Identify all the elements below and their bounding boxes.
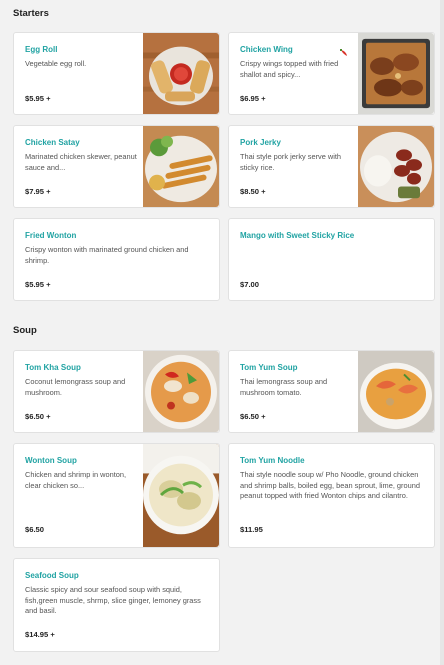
tom-kha-photo <box>143 351 219 432</box>
item-price: $11.95 <box>240 525 263 534</box>
menu-item-tom-kha-soup[interactable]: Tom Kha Soup Coconut lemongrass soup and… <box>13 350 220 433</box>
item-name: Egg Roll <box>25 45 58 54</box>
item-description: Classic spicy and sour seafood soup with… <box>25 585 201 616</box>
item-description: Thai lemongrass soup and mushroom tomato… <box>240 377 328 397</box>
chicken-wing-photo <box>358 33 434 114</box>
item-price: $6.50 <box>25 525 45 534</box>
menu-item-pork-jerky[interactable]: Pork Jerky Thai style pork jerky serve w… <box>228 125 435 208</box>
section-title-soup: Soup <box>13 325 37 336</box>
menu-item-egg-roll[interactable]: Egg Roll Vegetable egg roll. $5.95 + <box>13 32 220 115</box>
pork-jerky-photo <box>358 126 434 207</box>
item-price: $7.95 + <box>25 187 51 196</box>
item-description: Thai style noodle soup w/ Pho Noodle, gr… <box>240 470 420 501</box>
item-description: Crispy wonton with marinated ground chic… <box>25 245 189 265</box>
item-name: Mango with Sweet Sticky Rice <box>240 231 355 240</box>
item-price: $6.50 + <box>25 412 51 421</box>
wonton-soup-photo <box>143 444 219 547</box>
item-name: Tom Yum Noodle <box>240 456 305 465</box>
item-name: Seafood Soup <box>25 571 79 580</box>
item-name: Tom Yum Soup <box>240 363 298 372</box>
item-price: $6.95 + <box>240 94 266 103</box>
item-description: Thai style pork jerky serve with sticky … <box>240 152 342 172</box>
item-price: $14.95 + <box>25 630 55 639</box>
menu-item-fried-wonton[interactable]: Fried Wonton Crispy wonton with marinate… <box>13 218 220 301</box>
item-description: Vegetable egg roll. <box>25 59 87 68</box>
item-description: Marinated chicken skewer, peanut sauce a… <box>25 152 137 172</box>
item-description: Chicken and shrimp in wonton, clear chic… <box>25 470 127 490</box>
item-name: Chicken Wing <box>240 45 293 54</box>
item-name: Wonton Soup <box>25 456 77 465</box>
item-name: Tom Kha Soup <box>25 363 81 372</box>
item-description: Crispy wings topped with fried shallot a… <box>240 59 339 79</box>
item-price: $5.95 + <box>25 280 51 289</box>
chili-pepper-icon <box>340 44 348 62</box>
item-description: Coconut lemongrass soup and mushroom. <box>25 377 126 397</box>
tom-yum-photo <box>358 351 434 432</box>
item-name: Chicken Satay <box>25 138 80 147</box>
menu-item-tom-yum-soup[interactable]: Tom Yum Soup Thai lemongrass soup and mu… <box>228 350 435 433</box>
section-title-starters: Starters <box>13 8 49 19</box>
item-name: Fried Wonton <box>25 231 77 240</box>
menu-item-tom-yum-noodle[interactable]: Tom Yum Noodle Thai style noodle soup w/… <box>228 443 435 548</box>
egg-roll-photo <box>143 33 219 114</box>
menu-item-chicken-satay[interactable]: Chicken Satay Marinated chicken skewer, … <box>13 125 220 208</box>
menu-item-wonton-soup[interactable]: Wonton Soup Chicken and shrimp in wonton… <box>13 443 220 548</box>
item-name: Pork Jerky <box>240 138 281 147</box>
item-price: $8.50 + <box>240 187 266 196</box>
item-price: $7.00 <box>240 280 260 289</box>
scrollbar-track[interactable] <box>440 0 444 665</box>
menu-item-mango-sticky-rice[interactable]: Mango with Sweet Sticky Rice $7.00 <box>228 218 435 301</box>
menu-item-seafood-soup[interactable]: Seafood Soup Classic spicy and sour seaf… <box>13 558 220 652</box>
chicken-satay-photo <box>143 126 219 207</box>
item-price: $5.95 + <box>25 94 51 103</box>
menu-item-chicken-wing[interactable]: Chicken Wing Crispy wings topped with fr… <box>228 32 435 115</box>
item-price: $6.50 + <box>240 412 266 421</box>
